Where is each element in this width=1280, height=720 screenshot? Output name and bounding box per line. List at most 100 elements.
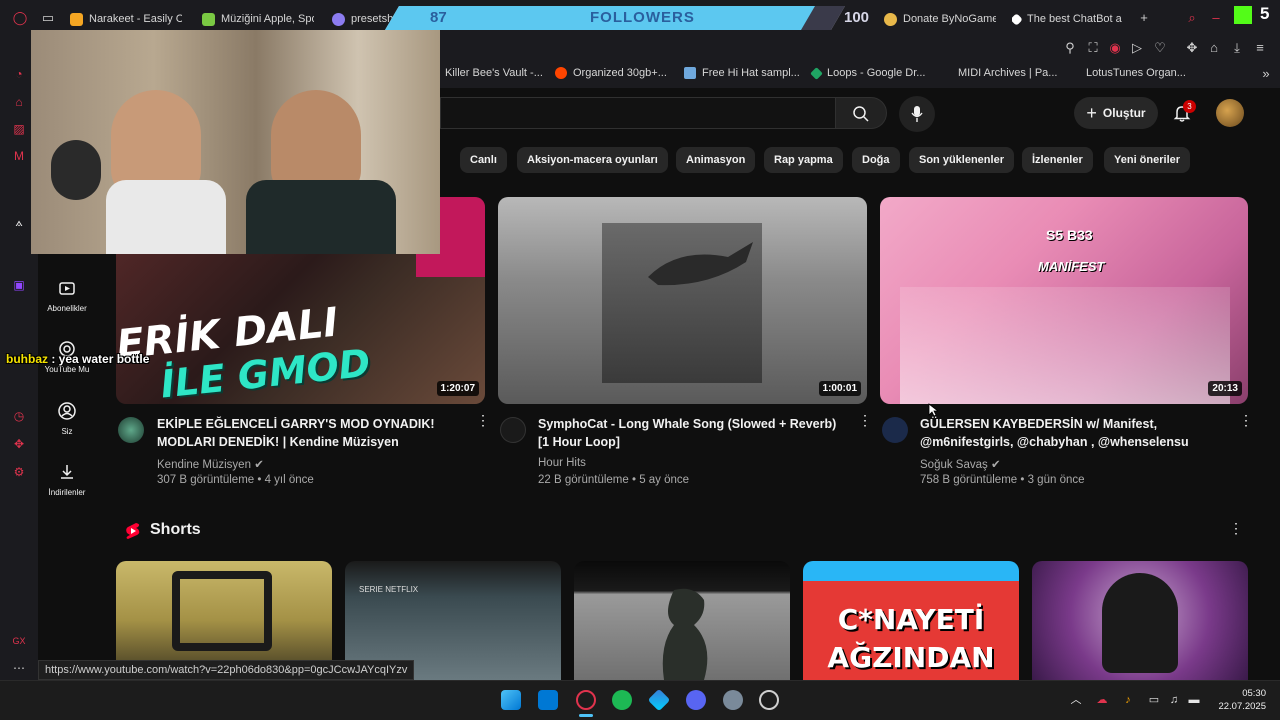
video-title-line: EKİPLE EĞLENCELİ GARRY'S MOD OYNADIK! xyxy=(157,417,435,431)
shield-icon[interactable]: ◉ xyxy=(1107,40,1123,56)
chip-nature[interactable]: Doğa xyxy=(852,147,900,173)
tab-label: Donate ByNoGame xyxy=(903,13,996,25)
discord-icon[interactable] xyxy=(686,690,706,710)
chip-rap[interactable]: Rap yapma xyxy=(764,147,843,173)
channel-name[interactable]: Hour Hits xyxy=(538,457,586,469)
search-icon xyxy=(853,106,869,122)
video-title[interactable]: EKİPLE EĞLENCELİ GARRY'S MOD OYNADIK! MO… xyxy=(157,415,457,451)
short-caption: C*NAYETİ AĞZINDAN xyxy=(827,603,995,674)
short-thumbnail[interactable] xyxy=(574,561,790,680)
obs-icon[interactable] xyxy=(759,690,779,710)
video-menu-icon[interactable]: ⋮ xyxy=(858,413,872,427)
channel-avatar[interactable] xyxy=(118,417,144,443)
new-tab-icon[interactable]: + xyxy=(1136,10,1152,26)
extensions-icon[interactable]: ✥ xyxy=(1184,40,1200,56)
tab-apple-music[interactable]: Müziğini Apple, Spo xyxy=(202,6,314,32)
history-icon[interactable]: ◷ xyxy=(11,408,27,424)
tray-overflow-icon[interactable]: ︿ xyxy=(1069,693,1083,707)
tab-narakeet[interactable]: Narakeet - Easily C xyxy=(70,6,182,32)
thumb-text-line1: S5 B33 xyxy=(1046,227,1093,243)
tray-vpn-icon[interactable]: ☁ xyxy=(1095,693,1109,707)
channel-name[interactable]: Soğuk Savaş ✔ xyxy=(920,457,1001,471)
chatgpt-icon[interactable]: ⟑ xyxy=(11,214,27,230)
search-input[interactable] xyxy=(440,97,835,129)
rail-item-you[interactable]: Siz xyxy=(38,401,96,436)
windows-start-icon[interactable] xyxy=(501,690,521,710)
tab-donate[interactable]: Donate ByNoGame xyxy=(884,6,996,32)
bookmarks-overflow-icon[interactable]: » xyxy=(1258,66,1274,82)
bookmark-midi-archives[interactable]: MIDI Archives | Pa... xyxy=(958,67,1057,79)
tab-menu-icon[interactable]: ▭ xyxy=(40,10,56,26)
voice-search-button[interactable] xyxy=(899,96,935,132)
bookmark-free-hi-hat[interactable]: Free Hi Hat sampl... xyxy=(684,67,800,79)
easy-setup-icon[interactable]: ≡ xyxy=(1252,40,1268,56)
shorts-logo-icon xyxy=(126,523,140,539)
channel-name[interactable]: Kendine Müzisyen ✔ xyxy=(157,457,264,471)
sidebar-more-icon[interactable]: ⋯ xyxy=(11,660,27,676)
opera-gx-taskbar-icon[interactable] xyxy=(576,690,596,710)
bookmark-lotustunes[interactable]: LotusTunes Organ... xyxy=(1086,67,1186,79)
channel-avatar[interactable] xyxy=(882,417,908,443)
messenger-icon[interactable]: M xyxy=(11,148,27,164)
video-thumbnail[interactable]: 1:00:01 xyxy=(498,197,867,404)
heart-icon[interactable]: ♡ xyxy=(1152,40,1168,56)
followers-goal: 100 xyxy=(844,9,870,26)
short-thumbnail[interactable]: C*NAYETİ AĞZINDAN xyxy=(803,561,1019,680)
video-title[interactable]: GÜLERSEN KAYBEDERSİN w/ Manifest, @m6nif… xyxy=(920,415,1220,451)
tray-volume-icon[interactable]: ♫ xyxy=(1167,693,1181,707)
video-menu-icon[interactable]: ⋮ xyxy=(1239,413,1253,427)
video-title-line: SymphoCat - Long Whale Song (Slowed + Re… xyxy=(538,417,837,431)
rail-item-subscriptions[interactable]: Abonelikler xyxy=(38,278,96,313)
opera-logo-icon[interactable]: ◯ xyxy=(12,10,28,26)
chip-animation[interactable]: Animasyon xyxy=(676,147,756,173)
shorts-menu-icon[interactable]: ⋮ xyxy=(1229,521,1243,535)
chip-action-adventure[interactable]: Aksiyon-macera oyunları xyxy=(517,147,668,173)
video-duration: 1:00:01 xyxy=(818,381,861,396)
channel-name-text: Kendine Müzisyen xyxy=(157,459,251,471)
system-clock[interactable]: 05:30 22.07.2025 xyxy=(1212,687,1266,713)
tray-mic-icon[interactable]: ♪ xyxy=(1121,693,1135,707)
instagram-icon[interactable]: ▨ xyxy=(11,121,27,137)
video-title-line: GÜLERSEN KAYBEDERSİN w/ Manifest, xyxy=(920,417,1158,431)
tray-battery-icon[interactable]: ▬ xyxy=(1187,693,1201,707)
gx-icon[interactable]: GX xyxy=(11,633,27,649)
pin-icon[interactable]: ⚲ xyxy=(1062,40,1078,56)
tab-label: Narakeet - Easily C xyxy=(89,13,182,25)
reddit-favicon-icon xyxy=(555,67,567,79)
download-toolbar-icon[interactable]: ⤓ xyxy=(1229,40,1245,56)
store-icon[interactable] xyxy=(538,690,558,710)
wallet-icon[interactable]: ⌂ xyxy=(1206,40,1222,56)
chip-watched[interactable]: İzlenenler xyxy=(1022,147,1093,173)
bookmark-organized[interactable]: Organized 30gb+... xyxy=(555,67,667,79)
tab-search-icon[interactable]: ⌕ xyxy=(1184,10,1200,26)
video-thumbnail[interactable]: S5 B33 MANİFEST 20:13 xyxy=(880,197,1248,404)
chip-live[interactable]: Canlı xyxy=(460,147,507,173)
bookmark-killer-bee[interactable]: Killer Bee's Vault -... xyxy=(445,67,543,79)
twitch-icon[interactable]: ▣ xyxy=(11,277,27,293)
play-icon[interactable]: ▷ xyxy=(1129,40,1145,56)
create-button[interactable]: + Oluştur xyxy=(1074,97,1158,129)
notification-count-badge: 3 xyxy=(1183,100,1196,113)
spotify-icon[interactable] xyxy=(612,690,632,710)
minimize-icon[interactable]: – xyxy=(1208,10,1224,26)
tab-chatbot[interactable]: The best ChatBot a xyxy=(1012,6,1124,32)
verified-icon: ✔ xyxy=(990,459,1001,471)
chip-recently-uploaded[interactable]: Son yüklenenler xyxy=(909,147,1014,173)
account-avatar[interactable] xyxy=(1216,99,1244,127)
video-menu-icon[interactable]: ⋮ xyxy=(476,413,490,427)
chip-new-to-you[interactable]: Yeni öneriler xyxy=(1104,147,1191,173)
search-button[interactable] xyxy=(835,97,887,129)
video-title[interactable]: SymphoCat - Long Whale Song (Slowed + Re… xyxy=(538,415,848,451)
settings-icon[interactable]: ⚙ xyxy=(11,464,27,480)
channel-avatar[interactable] xyxy=(500,417,526,443)
extensions-sidebar-icon[interactable]: ✥ xyxy=(11,436,27,452)
short-thumbnail[interactable] xyxy=(1032,561,1248,680)
tray-network-icon[interactable]: ▭ xyxy=(1147,693,1161,707)
bookmark-loops-drive[interactable]: Loops - Google Dr... xyxy=(810,66,925,80)
aria-icon[interactable]: ◔ xyxy=(11,66,27,82)
rail-item-downloads[interactable]: İndirilenler xyxy=(38,462,96,497)
crypto-wallet-icon[interactable]: ⌂ xyxy=(11,94,27,110)
settings-taskbar-icon[interactable] xyxy=(723,690,743,710)
narakeet-favicon-icon xyxy=(70,12,83,26)
snapshot-icon[interactable]: ⛶ xyxy=(1085,40,1101,56)
